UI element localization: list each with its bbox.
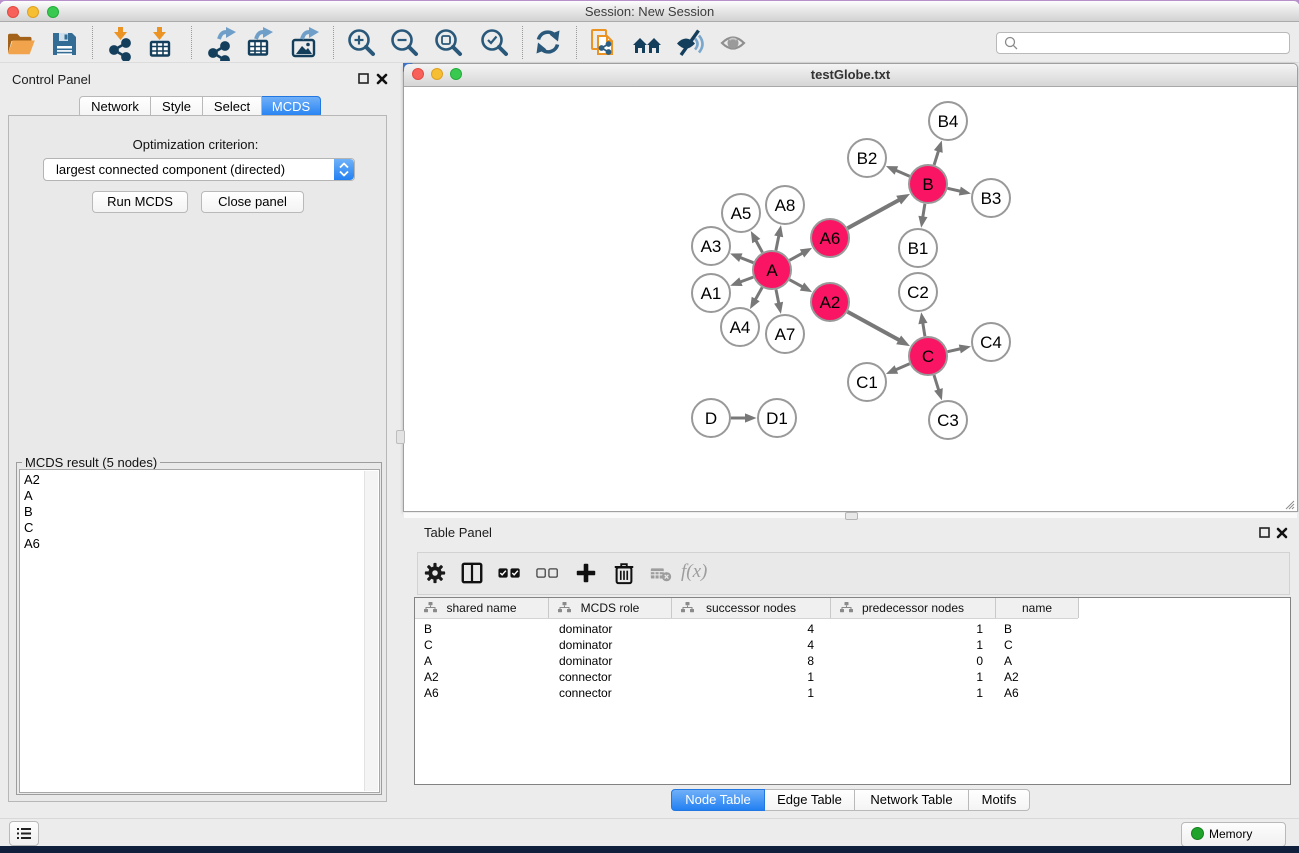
- svg-text:A3: A3: [701, 237, 722, 256]
- svg-text:C: C: [922, 347, 934, 366]
- svg-text:D1: D1: [766, 409, 788, 428]
- svg-text:B1: B1: [908, 239, 929, 258]
- svg-text:D: D: [705, 409, 717, 428]
- svg-text:B2: B2: [857, 149, 878, 168]
- svg-text:A5: A5: [731, 204, 752, 223]
- svg-text:A2: A2: [820, 293, 841, 312]
- svg-text:B: B: [922, 175, 933, 194]
- svg-text:A1: A1: [701, 284, 722, 303]
- svg-text:B4: B4: [938, 112, 959, 131]
- svg-text:C1: C1: [856, 373, 878, 392]
- svg-text:A: A: [766, 261, 778, 280]
- svg-text:A4: A4: [730, 318, 751, 337]
- svg-text:C2: C2: [907, 283, 929, 302]
- svg-text:C4: C4: [980, 333, 1002, 352]
- svg-text:A6: A6: [820, 229, 841, 248]
- svg-text:A7: A7: [775, 325, 796, 344]
- svg-text:C3: C3: [937, 411, 959, 430]
- svg-text:B3: B3: [981, 189, 1002, 208]
- svg-text:A8: A8: [775, 196, 796, 215]
